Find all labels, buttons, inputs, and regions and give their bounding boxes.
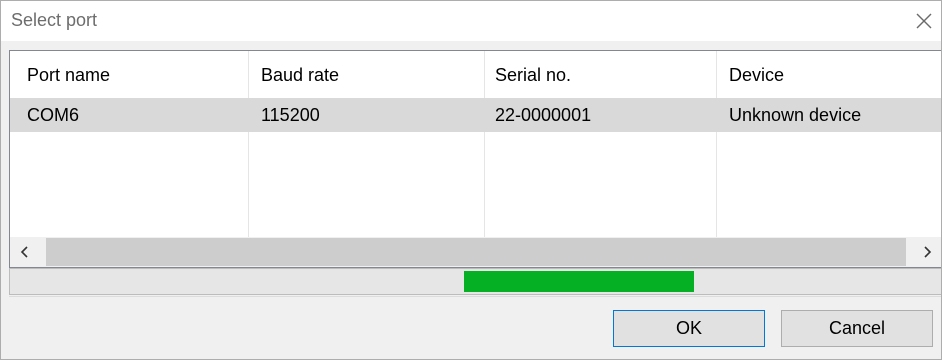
- cell-port-name: COM6: [27, 105, 80, 125]
- scrollbar-thumb[interactable]: [46, 238, 906, 266]
- window-title: Select port: [11, 10, 98, 30]
- table-header: Port name Baud rate Serial no. Device: [10, 58, 941, 92]
- cell-device: Unknown device: [729, 105, 862, 125]
- horizontal-scrollbar[interactable]: [10, 237, 941, 267]
- column-header-port-name[interactable]: Port name: [27, 58, 110, 92]
- column-header-serial-no[interactable]: Serial no.: [495, 58, 571, 92]
- title-bar: Select port: [1, 1, 941, 41]
- chevron-right-icon[interactable]: [912, 237, 941, 267]
- table-row[interactable]: COM6 115200 22-0000001 Unknown device: [10, 98, 941, 132]
- ok-button[interactable]: OK: [613, 310, 765, 347]
- progress-bar-fill: [464, 271, 694, 292]
- progress-bar: [9, 268, 941, 295]
- port-list[interactable]: Port name Baud rate Serial no. Device CO…: [9, 50, 941, 268]
- close-icon[interactable]: [911, 8, 937, 34]
- separator: [9, 296, 941, 297]
- column-header-device[interactable]: Device: [729, 58, 784, 92]
- cancel-button[interactable]: Cancel: [781, 310, 933, 347]
- column-header-baud-rate[interactable]: Baud rate: [261, 58, 339, 92]
- select-port-dialog: Select port Port name Baud rate Serial n…: [0, 0, 942, 360]
- cell-serial-no: 22-0000001: [495, 105, 592, 125]
- chevron-left-icon[interactable]: [10, 237, 40, 267]
- cell-baud-rate: 115200: [261, 105, 320, 125]
